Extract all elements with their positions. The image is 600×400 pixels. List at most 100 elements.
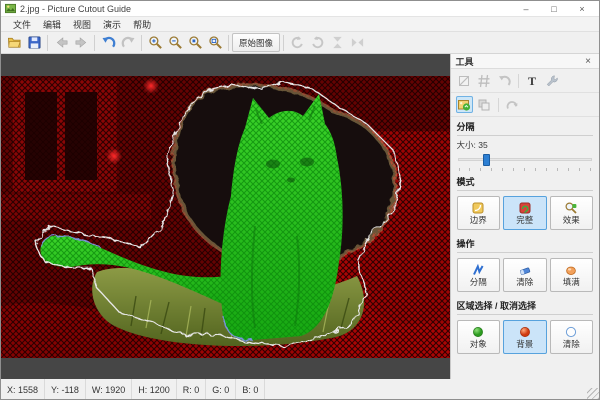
content-area: 工具 × [1, 54, 599, 379]
text-tool-button[interactable]: T [524, 72, 541, 89]
minimize-button[interactable]: – [513, 2, 539, 15]
forward-icon [74, 35, 89, 50]
mode-boundary-label: 边界 [470, 216, 487, 225]
region-section: 区域选择 / 取消选择 对象 背景 [451, 296, 600, 358]
operation-separate-button[interactable]: 分隔 [457, 258, 501, 292]
image-canvas[interactable] [1, 54, 450, 379]
separate-stroke-icon [471, 263, 485, 277]
edited-image [1, 76, 450, 358]
settings-tool-button[interactable] [544, 72, 561, 89]
operation-clear-label: 清除 [516, 278, 533, 287]
save-icon [27, 35, 42, 50]
back-button[interactable] [51, 33, 71, 52]
crop-tool-button[interactable] [456, 72, 473, 89]
back-icon [54, 35, 69, 50]
panel-toolbar-row2 [451, 93, 600, 117]
cutout-tool-button[interactable] [456, 96, 473, 113]
save-button[interactable] [24, 33, 44, 52]
undo-arrow-tool-button[interactable] [496, 72, 513, 89]
status-h: H: 1200 [132, 379, 177, 400]
stamp-tool-icon [505, 98, 519, 112]
size-slider-track[interactable] [458, 158, 593, 161]
size-slider[interactable] [458, 154, 593, 168]
panel-separator [498, 98, 499, 112]
panel-separator [518, 74, 519, 88]
background-red-dot-icon [518, 325, 532, 339]
undo-arrow-icon [497, 74, 511, 88]
cutout-tool-icon [457, 98, 471, 112]
tools-panel: 工具 × [450, 54, 600, 379]
zoom-out-button[interactable] [165, 33, 185, 52]
status-r: R: 0 [177, 379, 207, 400]
rotate-cw-icon [310, 35, 325, 50]
region-object-label: 对象 [470, 340, 487, 349]
mode-section: 模式 边界 完 [451, 172, 600, 234]
operation-fill-button[interactable]: 填满 [550, 258, 594, 292]
mode-boundary-button[interactable]: 边界 [457, 196, 501, 230]
shadow-tool-icon [477, 98, 491, 112]
mode-complete-button[interactable]: 完整 [503, 196, 547, 230]
size-slider-handle[interactable] [483, 154, 490, 166]
operation-separate-label: 分隔 [470, 278, 487, 287]
redo-icon [121, 35, 136, 50]
panel-close-icon[interactable]: × [582, 56, 594, 67]
zoom-out-icon [168, 35, 183, 50]
boundary-icon [471, 201, 485, 215]
effect-icon [564, 201, 578, 215]
resize-grip-icon[interactable] [587, 388, 599, 400]
complete-icon [518, 201, 532, 215]
undo-button[interactable] [98, 33, 118, 52]
toolbar-separator [94, 35, 95, 51]
mode-effect-button[interactable]: 效果 [550, 196, 594, 230]
maximize-button[interactable]: □ [541, 2, 567, 15]
app-icon [5, 3, 16, 14]
operation-section-title: 操作 [457, 237, 594, 253]
rotate-ccw-button[interactable] [287, 33, 307, 52]
original-image-button[interactable]: 原始图像 [232, 33, 280, 52]
menu-view[interactable]: 视图 [67, 17, 97, 31]
undo-icon [101, 35, 116, 50]
region-background-label: 背景 [516, 340, 533, 349]
flip-horizontal-button[interactable] [347, 33, 367, 52]
status-bar: X: 1558 Y: -118 W: 1920 H: 1200 R: 0 G: … [1, 379, 599, 400]
close-button[interactable]: × [569, 2, 595, 15]
menu-help[interactable]: 帮助 [127, 17, 157, 31]
operation-fill-label: 填满 [563, 278, 580, 287]
object-green-dot-icon [471, 325, 485, 339]
forward-button[interactable] [71, 33, 91, 52]
zoom-in-button[interactable] [145, 33, 165, 52]
region-object-button[interactable]: 对象 [457, 320, 501, 354]
status-g: G: 0 [206, 379, 236, 400]
zoom-selection-button[interactable] [185, 33, 205, 52]
separate-section-title: 分隔 [457, 120, 594, 136]
zoom-in-icon [148, 35, 163, 50]
flip-vertical-button[interactable] [327, 33, 347, 52]
mode-section-title: 模式 [457, 175, 594, 191]
toolbar-separator [283, 35, 284, 51]
open-file-icon [7, 35, 22, 50]
grid-tool-button[interactable] [476, 72, 493, 89]
region-background-button[interactable]: 背景 [503, 320, 547, 354]
crop-icon [457, 74, 471, 88]
menu-edit[interactable]: 编辑 [37, 17, 67, 31]
separate-section: 分隔 大小: 35 [451, 117, 600, 172]
panel-toolbar-row1: T [451, 69, 600, 93]
region-clear-button[interactable]: 清除 [550, 320, 594, 354]
clear-circle-icon [564, 325, 578, 339]
open-file-button[interactable] [4, 33, 24, 52]
menu-file[interactable]: 文件 [7, 17, 37, 31]
title-bar: 2.jpg - Picture Cutout Guide – □ × [1, 1, 599, 17]
main-toolbar: 原始图像 [1, 32, 599, 54]
redo-button[interactable] [118, 33, 138, 52]
grid-icon [477, 74, 491, 88]
window-title: 2.jpg - Picture Cutout Guide [20, 4, 513, 14]
operation-clear-button[interactable]: 清除 [503, 258, 547, 292]
status-w: W: 1920 [86, 379, 132, 400]
text-tool-icon: T [528, 75, 536, 87]
stamp-tool-button[interactable] [504, 96, 521, 113]
menu-demo[interactable]: 演示 [97, 17, 127, 31]
toolbar-separator [228, 35, 229, 51]
rotate-cw-button[interactable] [307, 33, 327, 52]
shadow-tool-button[interactable] [476, 96, 493, 113]
zoom-fit-button[interactable] [205, 33, 225, 52]
